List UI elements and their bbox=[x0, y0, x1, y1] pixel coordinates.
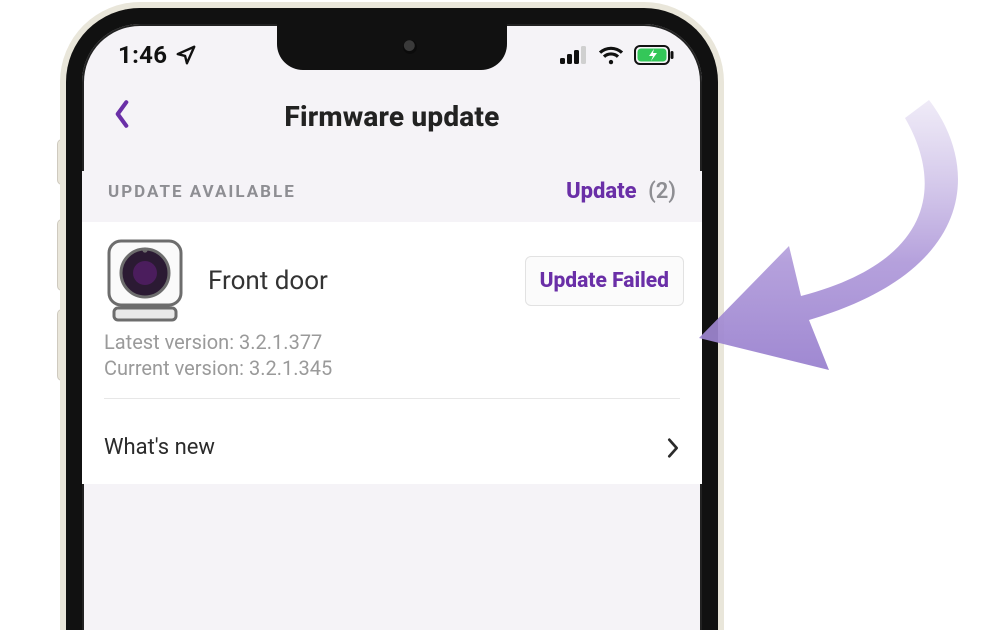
section-label: UPDATE AVAILABLE bbox=[108, 182, 296, 202]
location-arrow-icon bbox=[175, 44, 197, 66]
wifi-icon bbox=[598, 45, 624, 65]
stage: 1:46 bbox=[0, 0, 989, 630]
front-camera-icon bbox=[403, 40, 417, 54]
current-version-label: Current version: bbox=[104, 356, 244, 380]
phone-volume-down bbox=[58, 310, 66, 380]
chevron-left-icon bbox=[109, 99, 135, 129]
phone-notch bbox=[277, 22, 507, 70]
update-count: (2) bbox=[648, 179, 676, 204]
device-card: Front door Update Failed Latest version:… bbox=[82, 222, 702, 417]
status-time: 1:46 bbox=[118, 41, 167, 69]
cell-signal-icon bbox=[560, 46, 588, 64]
section-header: UPDATE AVAILABLE Update (2) bbox=[82, 171, 702, 222]
whats-new-label: What's new bbox=[104, 435, 215, 460]
battery-charging-icon bbox=[634, 45, 674, 65]
latest-version-value: 3.2.1.377 bbox=[239, 330, 322, 354]
current-version-value: 3.2.1.345 bbox=[249, 356, 332, 380]
screen: 1:46 bbox=[82, 24, 702, 630]
device-meta: Latest version: 3.2.1.377 Current versio… bbox=[104, 330, 680, 380]
page-title: Firmware update bbox=[284, 100, 499, 133]
update-all-button[interactable]: Update (2) bbox=[566, 179, 676, 204]
update-failed-badge[interactable]: Update Failed bbox=[525, 256, 684, 306]
phone-frame: 1:46 bbox=[66, 8, 718, 630]
page-header: Firmware update bbox=[82, 86, 702, 171]
camera-device-icon bbox=[104, 238, 186, 324]
phone-mute-switch bbox=[58, 140, 66, 184]
chevron-right-icon bbox=[666, 437, 680, 459]
phone-volume-up bbox=[58, 220, 66, 290]
status-left: 1:46 bbox=[118, 41, 197, 69]
back-button[interactable] bbox=[102, 94, 142, 134]
status-right bbox=[560, 45, 674, 65]
device-row: Front door Update Failed bbox=[104, 238, 680, 324]
update-all-label: Update bbox=[566, 179, 637, 204]
current-version-row: Current version: 3.2.1.345 bbox=[104, 356, 680, 380]
latest-version-label: Latest version: bbox=[104, 330, 234, 354]
whats-new-row[interactable]: What's new bbox=[82, 417, 702, 484]
latest-version-row: Latest version: 3.2.1.377 bbox=[104, 330, 680, 354]
divider bbox=[104, 398, 680, 399]
callout-arrow-icon bbox=[679, 70, 989, 390]
